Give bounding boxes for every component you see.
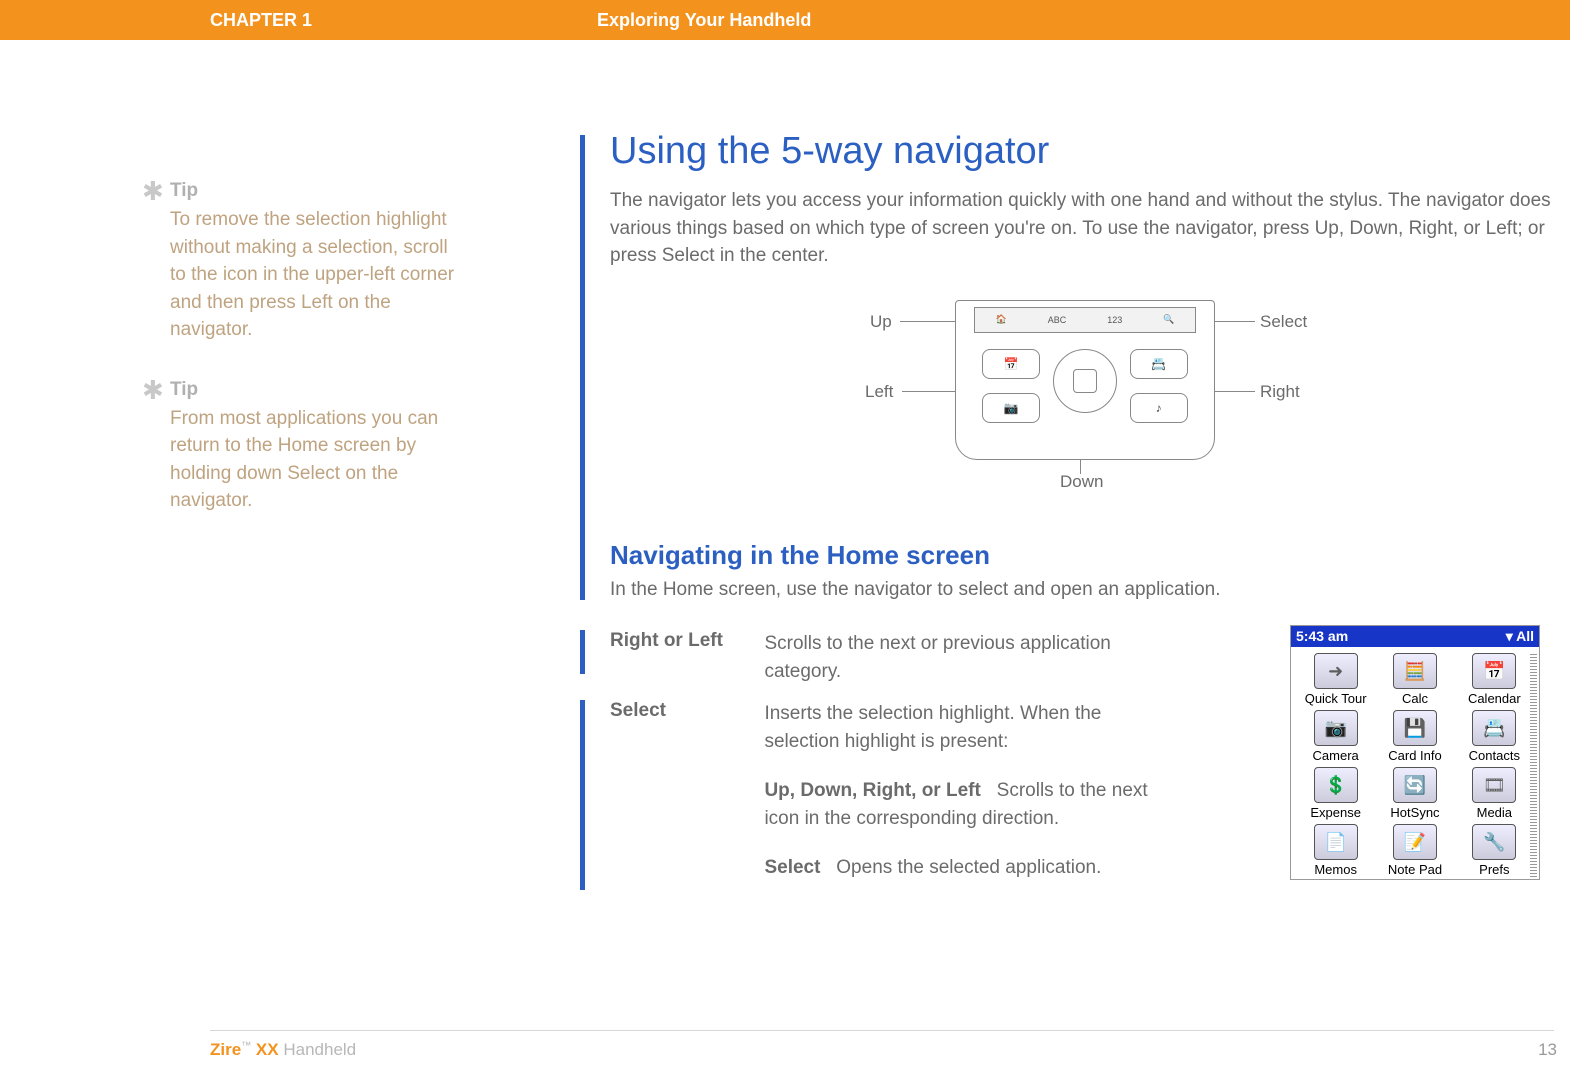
behavior-sub-key: Select xyxy=(764,857,820,878)
app-icon: 📇 xyxy=(1472,710,1516,746)
app-cell: 📄 Memos xyxy=(1297,824,1374,877)
device-illustration: 🏠 ABC 123 🔍 📅 📇 📷 ♪ xyxy=(955,300,1215,460)
chapter-title: Exploring Your Handheld xyxy=(597,10,811,31)
subsection-lead: In the Home screen, use the navigator to… xyxy=(610,579,1560,601)
app-cell: 📷 Camera xyxy=(1297,710,1374,763)
behavior-row: Right or Left Scrolls to the next or pre… xyxy=(610,630,1170,685)
camera-button-icon: 📷 xyxy=(982,393,1040,423)
app-icon: 📷 xyxy=(1314,710,1358,746)
footer-brand: Zire xyxy=(210,1040,241,1059)
app-cell: 💾 Card Info xyxy=(1376,710,1453,763)
page-header: CHAPTER 1 Exploring Your Handheld xyxy=(0,0,1570,40)
num-label: 123 xyxy=(1107,315,1122,325)
tip-body: To remove the selection highlight withou… xyxy=(170,206,460,344)
footer-product: Zire™ XX Handheld xyxy=(210,1040,356,1060)
trademark-icon: ™ xyxy=(241,1040,251,1051)
behavior-row: Select Inserts the selection highlight. … xyxy=(610,700,1170,882)
app-icon: 🧮 xyxy=(1393,653,1437,689)
tip-block: ✱ Tip From most applications you can ret… xyxy=(170,379,460,515)
behavior-sub-val: Opens the selected application. xyxy=(836,857,1101,878)
app-grid: ➜ Quick Tour 🧮 Calc 📅 Calendar 📷 Camera 💾 Card In… xyxy=(1291,647,1539,881)
behavior-body: Inserts the selection highlight. When th… xyxy=(764,700,1154,882)
behavior-body: Scrolls to the next or previous applicat… xyxy=(764,630,1154,685)
app-cell: 🔧 Prefs xyxy=(1456,824,1533,877)
app-cell: 📅 Calendar xyxy=(1456,653,1533,706)
tips-sidebar: ✱ Tip To remove the selection highlight … xyxy=(170,180,460,550)
app-cell: 🧮 Calc xyxy=(1376,653,1453,706)
app-label: Prefs xyxy=(1456,862,1533,877)
app-icon: 📅 xyxy=(1472,653,1516,689)
tip-block: ✱ Tip To remove the selection highlight … xyxy=(170,180,460,344)
app-label: Note Pad xyxy=(1376,862,1453,877)
chapter-label: CHAPTER 1 xyxy=(210,10,312,31)
music-button-icon: ♪ xyxy=(1130,393,1188,423)
app-label: Expense xyxy=(1297,805,1374,820)
app-label: Camera xyxy=(1297,748,1374,763)
abc-label: ABC xyxy=(1048,315,1067,325)
app-icon: 💲 xyxy=(1314,767,1358,803)
app-label: HotSync xyxy=(1376,805,1453,820)
main-column: Using the 5-way navigator The navigator … xyxy=(580,130,1560,641)
diagram-label-down: Down xyxy=(1060,472,1103,492)
home-icon: 🏠 xyxy=(996,314,1007,325)
section-lead: The navigator lets you access your infor… xyxy=(610,187,1560,270)
app-cell: ➜ Quick Tour xyxy=(1297,653,1374,706)
app-label: Contacts xyxy=(1456,748,1533,763)
app-label: Memos xyxy=(1297,862,1374,877)
behavior-label: Select xyxy=(610,700,760,722)
tip-label: Tip xyxy=(170,379,460,401)
app-label: Media xyxy=(1456,805,1533,820)
contacts-button-icon: 📇 xyxy=(1130,349,1188,379)
navigator-diagram: Up Left Select Right Down 🏠 ABC 123 🔍 📅 xyxy=(760,300,1460,500)
diagram-label-up: Up xyxy=(870,312,892,332)
behavior-sub: Up, Down, Right, or Left Scrolls to the … xyxy=(764,777,1154,832)
behavior-label: Right or Left xyxy=(610,630,760,652)
calendar-button-icon: 📅 xyxy=(982,349,1040,379)
app-icon: 🎞 xyxy=(1472,767,1516,803)
section-rule xyxy=(580,700,585,890)
status-time: 5:43 am xyxy=(1296,628,1348,645)
tip-body: From most applications you can return to… xyxy=(170,405,460,515)
section-title: Using the 5-way navigator xyxy=(610,130,1560,173)
app-cell: 💲 Expense xyxy=(1297,767,1374,820)
app-cell: 🔄 HotSync xyxy=(1376,767,1453,820)
diagram-label-select: Select xyxy=(1260,312,1307,332)
app-icon: ➜ xyxy=(1314,653,1358,689)
asterisk-icon: ✱ xyxy=(142,176,164,207)
input-area-icon: 🏠 ABC 123 🔍 xyxy=(974,307,1196,333)
app-icon: 📝 xyxy=(1393,824,1437,860)
app-icon: 💾 xyxy=(1393,710,1437,746)
page-number: 13 xyxy=(1538,1040,1557,1060)
tip-label: Tip xyxy=(170,180,460,202)
diagram-label-left: Left xyxy=(865,382,893,402)
diagram-label-right: Right xyxy=(1260,382,1300,402)
app-cell: 📇 Contacts xyxy=(1456,710,1533,763)
app-cell: 📝 Note Pad xyxy=(1376,824,1453,877)
asterisk-icon: ✱ xyxy=(142,375,164,406)
status-bar: 5:43 am ▾ All xyxy=(1291,626,1539,647)
magnifier-icon: 🔍 xyxy=(1163,314,1174,325)
footer-product-label: Handheld xyxy=(283,1040,356,1059)
app-icon: 🔄 xyxy=(1393,767,1437,803)
behavior-sub-key: Up, Down, Right, or Left xyxy=(764,780,980,801)
behavior-body-text: Inserts the selection highlight. When th… xyxy=(764,703,1101,752)
app-cell: 🎞 Media xyxy=(1456,767,1533,820)
footer-model: XX xyxy=(256,1040,279,1059)
app-icon: 📄 xyxy=(1314,824,1358,860)
app-label: Calendar xyxy=(1456,691,1533,706)
behavior-sub: Select Opens the selected application. xyxy=(764,854,1154,882)
home-screen-screenshot: 5:43 am ▾ All ➜ Quick Tour 🧮 Calc 📅 Calendar 📷… xyxy=(1290,625,1540,880)
app-label: Card Info xyxy=(1376,748,1453,763)
subsection-title: Navigating in the Home screen xyxy=(610,540,1560,571)
app-label: Calc xyxy=(1376,691,1453,706)
scrollbar-icon xyxy=(1530,652,1537,877)
category-filter: ▾ All xyxy=(1506,628,1534,645)
app-label: Quick Tour xyxy=(1297,691,1374,706)
footer-rule xyxy=(210,1030,1554,1031)
app-icon: 🔧 xyxy=(1472,824,1516,860)
